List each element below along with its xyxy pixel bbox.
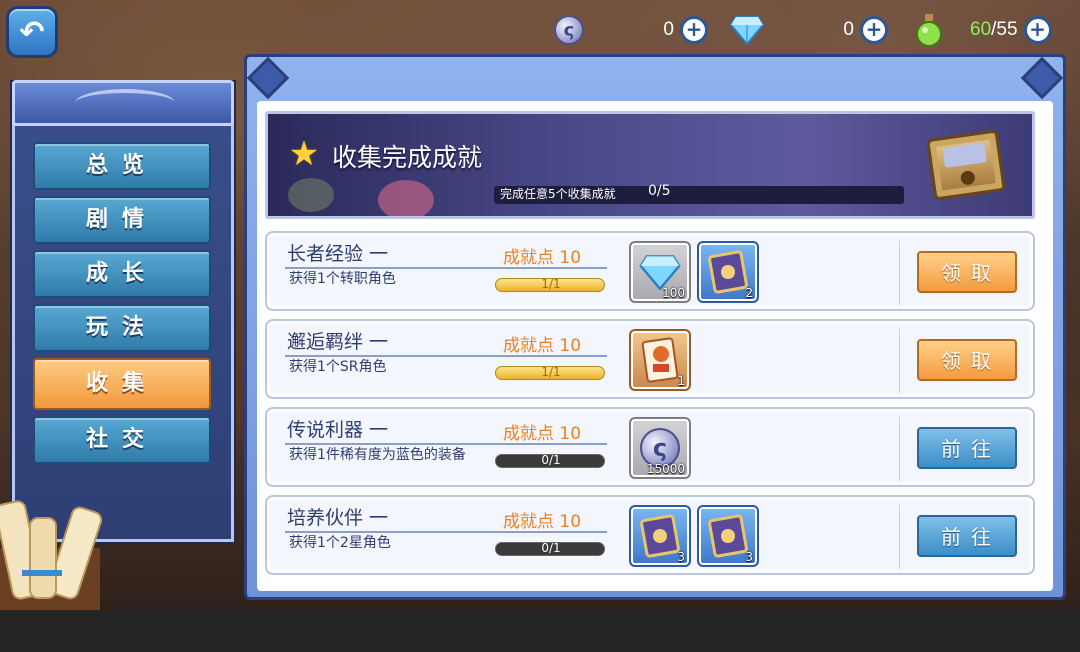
banner-progress-count: 0/5	[648, 183, 671, 199]
row-divider	[899, 241, 900, 305]
row-divider	[899, 417, 900, 481]
achievement-row: 传说利器 一 成就点 10 获得1件稀有度为蓝色的装备 0/1 ς 15000 …	[265, 407, 1035, 487]
corner-ornament-icon	[1020, 56, 1064, 100]
stamina-potion-icon	[912, 13, 946, 47]
nav-story[interactable]: 剧情	[33, 196, 211, 244]
achievement-progress-bar: 1/1	[495, 277, 605, 292]
claim-button[interactable]: 领取	[917, 339, 1017, 381]
achievement-desc: 获得1个SR角色	[289, 359, 387, 375]
corner-ornament-icon	[246, 56, 290, 100]
row-divider	[899, 329, 900, 393]
reward-book[interactable]: 2	[697, 241, 759, 303]
star-icon: ★	[288, 134, 320, 174]
progress-text: 1/1	[541, 277, 561, 291]
achievement-progress-bar: 0/1	[495, 453, 605, 468]
achievement-row: 培养伙伴 一 成就点 10 获得1个2星角色 0/1 3 3 前往	[265, 495, 1035, 575]
row-divider	[285, 443, 607, 445]
achievement-list-area: ★ 收集完成成就 完成任意5个收集成就 0/5 长者经验 一 成就点 10 获得…	[257, 101, 1053, 591]
add-diamond-button[interactable]: +	[860, 16, 888, 44]
resource-diamond: 0 +	[730, 10, 888, 50]
go-button[interactable]: 前往	[917, 515, 1017, 557]
banner-title: 收集完成成就	[332, 143, 483, 172]
reward-character-card[interactable]: 1	[629, 329, 691, 391]
diamond-value: 0	[843, 19, 854, 40]
category-sidebar: 总览 剧情 成长 玩法 收集 社交	[12, 80, 234, 542]
reward-book[interactable]: 3	[629, 505, 691, 567]
achievement-desc: 获得1件稀有度为蓝色的装备	[289, 447, 466, 463]
book-icon	[640, 514, 680, 558]
progress-text: 0/1	[541, 453, 561, 467]
row-divider	[285, 267, 607, 269]
category-nav: 总览 剧情 成长 玩法 收集 社交	[33, 142, 213, 470]
scroll-decoration-icon	[0, 488, 110, 610]
achievement-points: 成就点 10	[503, 512, 582, 532]
back-arrow-icon: ↶	[19, 14, 45, 50]
achievement-title: 长者经验 一	[287, 243, 389, 265]
go-button[interactable]: 前往	[917, 427, 1017, 469]
achievement-progress-bar: 0/1	[495, 541, 605, 556]
stamina-value: 60/55	[970, 19, 1018, 40]
treasure-chest-button[interactable]	[926, 129, 1006, 201]
reward-diamond[interactable]: 100	[629, 241, 691, 303]
reward-book[interactable]: 3	[697, 505, 759, 567]
silver-value: 0	[663, 19, 674, 40]
achievement-points: 成就点 10	[503, 248, 582, 268]
slime-decoration-icon	[288, 178, 334, 212]
achievement-row: 长者经验 一 成就点 10 获得1个转职角色 1/1 100 2 领取	[265, 231, 1035, 311]
nav-gameplay[interactable]: 玩法	[33, 304, 211, 352]
nav-overview[interactable]: 总览	[33, 142, 211, 190]
slime-decoration-icon	[378, 180, 434, 216]
progress-text: 0/1	[541, 541, 561, 555]
row-divider	[285, 355, 607, 357]
chest-lock-icon	[959, 169, 976, 186]
nav-growth[interactable]: 成长	[33, 250, 211, 298]
sidebar-header	[12, 80, 234, 126]
achievement-desc: 获得1个转职角色	[289, 271, 396, 287]
achievement-title: 邂逅羁绊 一	[287, 331, 389, 353]
resource-silver: ς 0 +	[552, 10, 708, 50]
nav-collection[interactable]: 收集	[33, 358, 211, 410]
claim-button[interactable]: 领取	[917, 251, 1017, 293]
achievement-points: 成就点 10	[503, 424, 582, 444]
back-button[interactable]: ↶	[6, 6, 58, 58]
achievement-title: 传说利器 一	[287, 419, 389, 441]
achievement-title: 培养伙伴 一	[287, 507, 389, 529]
wings-ornament-icon	[75, 89, 175, 117]
achievement-desc: 获得1个2星角色	[289, 535, 391, 551]
achievement-panel: ★ 收集完成成就 完成任意5个收集成就 0/5 长者经验 一 成就点 10 获得…	[244, 54, 1066, 600]
add-silver-button[interactable]: +	[680, 16, 708, 44]
resource-stamina: 60/55 +	[912, 10, 1052, 50]
progress-text: 1/1	[541, 365, 561, 379]
book-icon	[708, 250, 748, 294]
silver-coin-icon: ς	[552, 13, 586, 47]
reward-silver-coin[interactable]: ς 15000	[629, 417, 691, 479]
bottom-bar	[0, 610, 1080, 652]
diamond-icon	[730, 13, 764, 47]
achievement-progress-bar: 1/1	[495, 365, 605, 380]
chest-lid-icon	[942, 142, 987, 168]
game-scene: ↶ ς 0 + 0 + 60/55 + 总览 剧情 成长 玩法 收集 社交 ★ …	[0, 0, 1080, 610]
achievement-points: 成就点 10	[503, 336, 582, 356]
row-divider	[285, 531, 607, 533]
character-card-icon	[641, 337, 679, 383]
collection-summary-banner: ★ 收集完成成就 完成任意5个收集成就 0/5	[265, 111, 1035, 219]
book-icon	[708, 514, 748, 558]
diamond-icon	[639, 255, 681, 290]
nav-social[interactable]: 社交	[33, 416, 211, 464]
achievement-row: 邂逅羁绊 一 成就点 10 获得1个SR角色 1/1 1 领取	[265, 319, 1035, 399]
add-stamina-button[interactable]: +	[1023, 16, 1052, 44]
row-divider	[899, 505, 900, 569]
